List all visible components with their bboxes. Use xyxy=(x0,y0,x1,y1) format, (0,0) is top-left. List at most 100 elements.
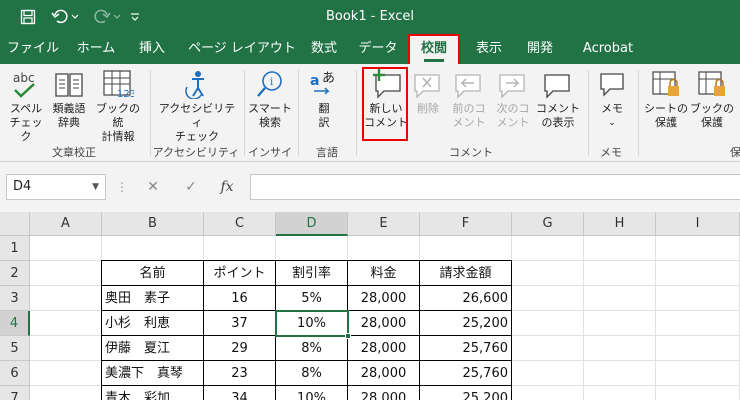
table-cell[interactable]: 25,200 xyxy=(420,386,512,400)
tab-home[interactable]: ホーム xyxy=(66,34,126,64)
row-header-7[interactable]: 7 xyxy=(0,386,30,400)
table-cell[interactable]: 23 xyxy=(204,361,276,386)
thesaurus-button[interactable]: 類義語 辞典 xyxy=(48,68,90,138)
row-header-5[interactable]: 5 xyxy=(0,336,30,361)
table-cell[interactable]: 28,000 xyxy=(348,311,420,336)
customize-qat-icon[interactable] xyxy=(128,0,142,34)
smart-lookup-button[interactable]: i スマート 検索 xyxy=(246,68,294,138)
new-comment-button[interactable]: 新しい コメント xyxy=(364,68,408,138)
table-cell[interactable]: 28,000 xyxy=(348,386,420,400)
cell-i2[interactable] xyxy=(656,261,740,286)
cell-h7[interactable] xyxy=(584,386,656,400)
tab-file[interactable]: ファイル xyxy=(4,34,62,64)
cell-g1[interactable] xyxy=(512,236,584,261)
cell-a3[interactable] xyxy=(30,286,102,311)
cancel-icon[interactable]: ✕ xyxy=(140,174,166,200)
table-cell[interactable]: 16 xyxy=(204,286,276,311)
row-header-6[interactable]: 6 xyxy=(0,361,30,386)
table-header-name[interactable]: 名前 xyxy=(102,261,204,286)
table-cell[interactable]: 8% xyxy=(276,361,348,386)
row-header-4[interactable]: 4 xyxy=(0,311,30,336)
name-box[interactable]: D4 ▼ xyxy=(6,174,106,200)
undo-icon[interactable] xyxy=(46,0,86,34)
column-header-b[interactable]: B xyxy=(102,212,204,236)
cell-h3[interactable] xyxy=(584,286,656,311)
cell-h6[interactable] xyxy=(584,361,656,386)
tab-page-layout[interactable]: ページ レイアウト xyxy=(182,34,302,64)
enter-icon[interactable]: ✓ xyxy=(178,174,204,200)
cell-h5[interactable] xyxy=(584,336,656,361)
column-header-g[interactable]: G xyxy=(512,212,584,236)
cell-i7[interactable] xyxy=(656,386,740,400)
select-all-corner[interactable] xyxy=(0,212,30,236)
table-header-fee[interactable]: 料金 xyxy=(348,261,420,286)
protect-sheet-button[interactable]: シートの 保護 xyxy=(642,68,690,138)
table-header-billing[interactable]: 請求金額 xyxy=(420,261,512,286)
table-cell[interactable]: 28,000 xyxy=(348,286,420,311)
table-header-points[interactable]: ポイント xyxy=(204,261,276,286)
row-header-3[interactable]: 3 xyxy=(0,286,30,311)
cell-g7[interactable] xyxy=(512,386,584,400)
next-comment-button[interactable]: 次のコ メント xyxy=(492,68,534,138)
table-cell[interactable]: 25,760 xyxy=(420,336,512,361)
translate-button[interactable]: aあ 翻訳 xyxy=(302,68,346,138)
table-cell[interactable]: 29 xyxy=(204,336,276,361)
cell-f1[interactable] xyxy=(420,236,512,261)
insert-function-icon[interactable]: fx xyxy=(214,174,240,200)
protect-workbook-button[interactable]: ブックの 保護 xyxy=(690,68,734,138)
table-cell[interactable]: 26,600 xyxy=(420,286,512,311)
column-header-i[interactable]: I xyxy=(656,212,740,236)
column-header-f[interactable]: F xyxy=(420,212,512,236)
cell-a2[interactable] xyxy=(30,261,102,286)
table-cell[interactable]: 10% xyxy=(276,386,348,400)
cell-b1[interactable] xyxy=(102,236,204,261)
cell-h4[interactable] xyxy=(584,311,656,336)
cell-d1[interactable] xyxy=(276,236,348,261)
table-cell[interactable]: 25,760 xyxy=(420,361,512,386)
formula-bar-splitter-icon[interactable]: ⋮ xyxy=(116,174,128,200)
table-cell[interactable]: 5% xyxy=(276,286,348,311)
tab-data[interactable]: データ xyxy=(350,34,406,64)
check-accessibility-button[interactable]: アクセシビリティ チェック xyxy=(154,68,240,143)
table-cell[interactable]: 28,000 xyxy=(348,361,420,386)
redo-icon[interactable] xyxy=(88,0,128,34)
tab-formulas[interactable]: 数式 xyxy=(302,34,346,64)
tab-developer[interactable]: 開発 xyxy=(516,34,564,64)
show-comments-button[interactable]: コメント の表示 xyxy=(534,68,582,138)
tab-acrobat[interactable]: Acrobat xyxy=(572,34,644,64)
cell-i1[interactable] xyxy=(656,236,740,261)
table-cell[interactable]: 美濃下 真琴 xyxy=(102,361,204,386)
cell-a4[interactable] xyxy=(30,311,102,336)
cell-i3[interactable] xyxy=(656,286,740,311)
workbook-statistics-button[interactable]: 123 ブックの統 計情報 xyxy=(92,68,144,143)
cell-a1[interactable] xyxy=(30,236,102,261)
column-header-d[interactable]: D xyxy=(276,212,348,236)
save-icon[interactable] xyxy=(14,0,42,34)
table-cell[interactable]: 37 xyxy=(204,311,276,336)
formula-input[interactable] xyxy=(250,174,740,200)
chevron-down-icon[interactable]: ▼ xyxy=(92,175,99,199)
table-cell[interactable]: 青木 彩加 xyxy=(102,386,204,400)
cell-i5[interactable] xyxy=(656,336,740,361)
spell-check-button[interactable]: abc スペル チェック xyxy=(6,68,46,143)
cell-h2[interactable] xyxy=(584,261,656,286)
column-header-a[interactable]: A xyxy=(30,212,102,236)
table-cell[interactable]: 奥田 素子 xyxy=(102,286,204,311)
table-cell[interactable]: 25,200 xyxy=(420,311,512,336)
cell-e1[interactable] xyxy=(348,236,420,261)
table-header-discount[interactable]: 割引率 xyxy=(276,261,348,286)
notes-button[interactable]: メモ ⌄ xyxy=(592,68,632,138)
delete-comment-button[interactable]: 削除 xyxy=(410,68,446,138)
cell-a6[interactable] xyxy=(30,361,102,386)
table-cell[interactable]: 34 xyxy=(204,386,276,400)
cell-g6[interactable] xyxy=(512,361,584,386)
table-cell[interactable]: 伊藤 夏江 xyxy=(102,336,204,361)
fill-handle[interactable] xyxy=(345,333,351,339)
table-cell[interactable]: 28,000 xyxy=(348,336,420,361)
cell-h1[interactable] xyxy=(584,236,656,261)
row-header-1[interactable]: 1 xyxy=(0,236,30,261)
cell-g3[interactable] xyxy=(512,286,584,311)
cell-a7[interactable] xyxy=(30,386,102,400)
previous-comment-button[interactable]: 前のコ メント xyxy=(448,68,490,138)
tab-insert[interactable]: 挿入 xyxy=(128,34,176,64)
